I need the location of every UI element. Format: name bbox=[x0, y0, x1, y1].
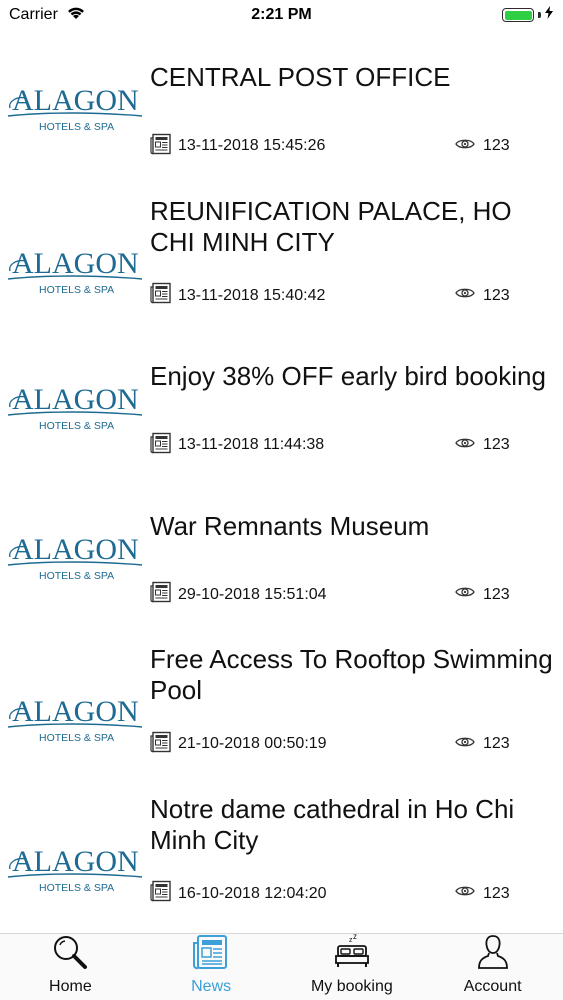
news-item[interactable]: ALAGON HOTELS & SPA REUNIFICATION PALACE, … bbox=[0, 180, 563, 330]
carrier-label: Carrier bbox=[9, 6, 58, 23]
status-bar: Carrier 2:21 PM bbox=[0, 0, 563, 30]
news-item[interactable]: ALAGON HOTELS & SPA Free Access To Rooftop… bbox=[0, 628, 563, 778]
news-item[interactable]: ALAGON HOTELS & SPA Notre dame cathedral i… bbox=[0, 778, 563, 928]
news-meta: 29-10-2018 15:51:04 123 bbox=[150, 581, 523, 608]
news-views: 123 bbox=[483, 735, 510, 752]
newspaper-icon bbox=[192, 933, 230, 976]
news-views-group: 123 bbox=[455, 137, 510, 156]
news-title[interactable]: CENTRAL POST OFFICE bbox=[150, 62, 555, 93]
news-title[interactable]: Enjoy 38% OFF early bird booking bbox=[150, 361, 555, 392]
news-views-group: 123 bbox=[455, 735, 510, 754]
eye-icon bbox=[455, 884, 475, 903]
alagon-logo: ALAGON HOTELS & SPA bbox=[6, 72, 144, 142]
newspaper-icon bbox=[150, 432, 172, 459]
news-title[interactable]: Notre dame cathedral in Ho Chi Minh City bbox=[150, 794, 555, 856]
battery-cap bbox=[538, 12, 541, 18]
eye-icon bbox=[455, 735, 475, 754]
news-views: 123 bbox=[483, 884, 510, 902]
tab-account[interactable]: Account bbox=[422, 934, 563, 1000]
news-date: 13-11-2018 11:44:38 bbox=[178, 436, 325, 453]
logo-brand: ALAGON bbox=[12, 533, 139, 566]
news-meta: 13-11-2018 11:44:38 123 bbox=[150, 432, 523, 459]
news-item[interactable]: ALAGON HOTELS & SPA War Remnants Museum 29-… bbox=[0, 479, 563, 629]
eye-icon bbox=[455, 585, 475, 604]
news-views-group: 123 bbox=[455, 286, 510, 305]
news-date-group: 13-11-2018 11:44:38 bbox=[150, 432, 324, 459]
news-item[interactable]: ALAGON HOTELS & SPA CENTRAL POST OFFICE 13-… bbox=[0, 30, 563, 180]
news-date: 13-11-2018 15:45:26 bbox=[178, 137, 326, 154]
news-date-group: 13-11-2018 15:40:42 bbox=[150, 282, 325, 309]
logo-brand: ALAGON bbox=[12, 383, 139, 416]
logo-brand: ALAGON bbox=[12, 247, 139, 280]
news-date: 29-10-2018 15:51:04 bbox=[178, 585, 327, 603]
alagon-logo: ALAGON HOTELS & SPA bbox=[6, 371, 144, 441]
battery-level bbox=[504, 10, 532, 20]
wifi-icon bbox=[66, 5, 86, 25]
news-date-group: 29-10-2018 15:51:04 bbox=[150, 581, 327, 608]
battery-icon bbox=[502, 8, 534, 22]
tab-news[interactable]: News bbox=[141, 934, 282, 1000]
news-meta: 21-10-2018 00:50:19 123 bbox=[150, 731, 523, 758]
news-screen: Carrier 2:21 PM ALAGON HOTELS & SPA CENTRA… bbox=[0, 0, 563, 1000]
news-views: 123 bbox=[483, 585, 510, 603]
tab-news-label: News bbox=[191, 978, 232, 995]
news-meta: 13-11-2018 15:40:42 123 bbox=[150, 282, 523, 309]
logo-tagline: HOTELS & SPA bbox=[39, 882, 114, 894]
logo-brand: ALAGON bbox=[12, 845, 139, 878]
alagon-logo: ALAGON HOTELS & SPA bbox=[6, 683, 144, 753]
alagon-logo: ALAGON HOTELS & SPA bbox=[6, 833, 144, 903]
tab-home-label: Home bbox=[49, 978, 92, 995]
eye-icon bbox=[455, 137, 475, 156]
newspaper-icon bbox=[150, 133, 172, 160]
news-list[interactable]: ALAGON HOTELS & SPA CENTRAL POST OFFICE 13-… bbox=[0, 30, 563, 933]
news-meta: 13-11-2018 15:45:26 123 bbox=[150, 133, 523, 160]
logo-tagline: HOTELS & SPA bbox=[39, 420, 114, 432]
news-item[interactable]: ALAGON HOTELS & SPA Enjoy 38% OFF early bi… bbox=[0, 329, 563, 479]
eye-icon bbox=[455, 436, 475, 455]
newspaper-icon bbox=[150, 581, 172, 608]
news-views: 123 bbox=[483, 286, 510, 304]
news-date: 13-11-2018 15:40:42 bbox=[178, 286, 326, 304]
user-icon bbox=[474, 933, 512, 976]
svg-text:z: z bbox=[353, 933, 357, 941]
news-views: 123 bbox=[483, 137, 510, 154]
news-title[interactable]: REUNIFICATION PALACE, HO CHI MINH CITY bbox=[150, 196, 555, 258]
alagon-logo: ALAGON HOTELS & SPA bbox=[6, 235, 144, 305]
news-date: 16-10-2018 12:04:20 bbox=[178, 884, 327, 902]
news-date-group: 16-10-2018 12:04:20 bbox=[150, 880, 327, 907]
newspaper-icon bbox=[150, 282, 172, 309]
tab-my-booking[interactable]: z z My booking bbox=[282, 932, 423, 1000]
tab-bar: Home News z z My booking Account bbox=[0, 932, 563, 1000]
logo-brand: ALAGON bbox=[12, 695, 139, 728]
search-icon bbox=[51, 933, 89, 976]
logo-tagline: HOTELS & SPA bbox=[39, 570, 114, 582]
alagon-logo: ALAGON HOTELS & SPA bbox=[6, 521, 144, 591]
news-title[interactable]: Free Access To Rooftop Swimming Pool bbox=[150, 644, 555, 706]
tab-account-label: Account bbox=[463, 978, 522, 995]
logo-tagline: HOTELS & SPA bbox=[39, 732, 114, 744]
news-meta: 16-10-2018 12:04:20 123 bbox=[150, 880, 523, 907]
logo-tagline: HOTELS & SPA bbox=[39, 121, 114, 133]
charging-bolt-icon bbox=[545, 6, 553, 24]
news-views: 123 bbox=[483, 436, 510, 453]
tab-my-booking-label: My booking bbox=[310, 978, 393, 995]
news-views-group: 123 bbox=[455, 884, 510, 903]
newspaper-icon bbox=[150, 731, 172, 758]
logo-brand: ALAGON bbox=[12, 84, 139, 117]
news-views-group: 123 bbox=[455, 585, 510, 604]
news-date: 21-10-2018 00:50:19 bbox=[178, 735, 327, 752]
news-date-group: 13-11-2018 15:45:26 bbox=[150, 133, 325, 160]
tab-home[interactable]: Home bbox=[0, 934, 141, 1000]
logo-tagline: HOTELS & SPA bbox=[39, 284, 114, 296]
news-date-group: 21-10-2018 00:50:19 bbox=[150, 731, 327, 758]
eye-icon bbox=[455, 286, 475, 305]
news-title[interactable]: War Remnants Museum bbox=[150, 511, 555, 542]
bed-icon: z z bbox=[333, 932, 371, 976]
newspaper-icon bbox=[150, 880, 172, 907]
news-views-group: 123 bbox=[455, 436, 510, 455]
